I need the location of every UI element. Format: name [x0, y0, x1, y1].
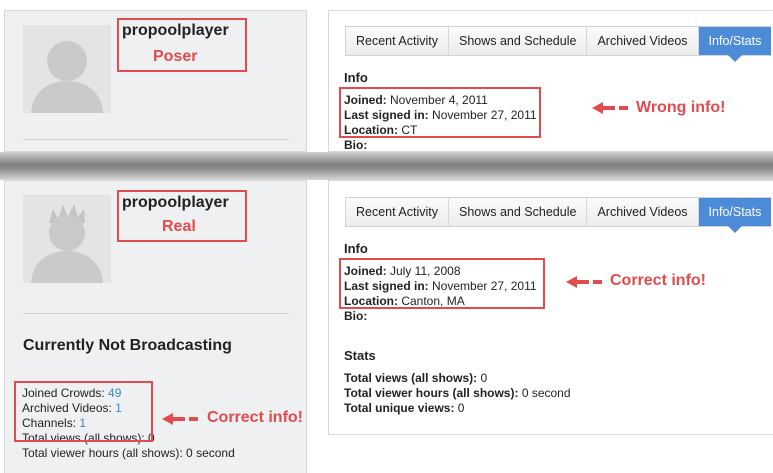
stat-value: 0 — [477, 371, 488, 385]
bio-label: Bio: — [344, 138, 368, 152]
sidebar-divider — [23, 139, 289, 140]
left-arrow-icon — [592, 102, 628, 114]
stat-label: Total unique views: — [344, 401, 455, 415]
poser-avatar — [23, 25, 111, 113]
tab-info-stats[interactable]: Info/Stats — [698, 198, 772, 233]
screenshot-separator — [0, 152, 773, 180]
stat-label: Total viewer hours (all shows): — [344, 386, 519, 400]
info-heading: Info — [344, 241, 368, 256]
poser-tab-bar: Recent Activity Shows and Schedule Archi… — [345, 26, 772, 62]
stat-total-unique-views: Total unique views: 0 — [344, 401, 464, 415]
real-tab-bar: Recent Activity Shows and Schedule Archi… — [345, 197, 772, 233]
sidebar-total-viewer-hours: Total viewer hours (all shows): 0 second — [22, 446, 235, 460]
left-arrow-icon — [566, 276, 602, 288]
tab-archived-videos[interactable]: Archived Videos — [587, 27, 699, 55]
sidebar-correct-info-annotation: Correct info! — [207, 409, 303, 426]
sidebar-divider — [23, 313, 289, 314]
stats-heading: Stats — [344, 348, 376, 363]
stat-total-viewer-hours: Total viewer hours (all shows): 0 second — [344, 386, 571, 400]
left-arrow-icon — [162, 413, 198, 425]
tab-shows-and-schedule[interactable]: Shows and Schedule — [449, 198, 588, 226]
bio-label: Bio: — [344, 309, 368, 323]
real-label: Real — [162, 218, 196, 235]
info-heading: Info — [344, 70, 368, 85]
tab-info-stats[interactable]: Info/Stats — [698, 27, 772, 62]
wrong-info-annotation: Wrong info! — [636, 99, 726, 116]
bio-line: Bio: — [344, 138, 368, 152]
bio-line: Bio: — [344, 309, 367, 323]
tab-archived-videos[interactable]: Archived Videos — [587, 198, 699, 226]
stat-value: 0 — [454, 401, 465, 415]
sidebar-stats-highlight — [14, 381, 153, 442]
stat-total-views: Total views (all shows): 0 — [344, 371, 487, 385]
poser-label: Poser — [153, 48, 198, 65]
stat-value: 0 second — [518, 386, 571, 400]
poser-info-highlight — [339, 87, 541, 138]
real-avatar — [23, 195, 111, 283]
broadcast-status: Currently Not Broadcasting — [23, 337, 232, 354]
stat-label: Total views (all shows): — [344, 371, 478, 385]
tab-recent-activity[interactable]: Recent Activity — [346, 198, 449, 226]
correct-info-annotation: Correct info! — [610, 272, 706, 289]
real-info-highlight — [339, 258, 545, 309]
tab-recent-activity[interactable]: Recent Activity — [346, 27, 449, 55]
user-avatar-icon — [23, 195, 111, 283]
default-user-icon — [23, 25, 111, 113]
tab-shows-and-schedule[interactable]: Shows and Schedule — [449, 27, 588, 55]
